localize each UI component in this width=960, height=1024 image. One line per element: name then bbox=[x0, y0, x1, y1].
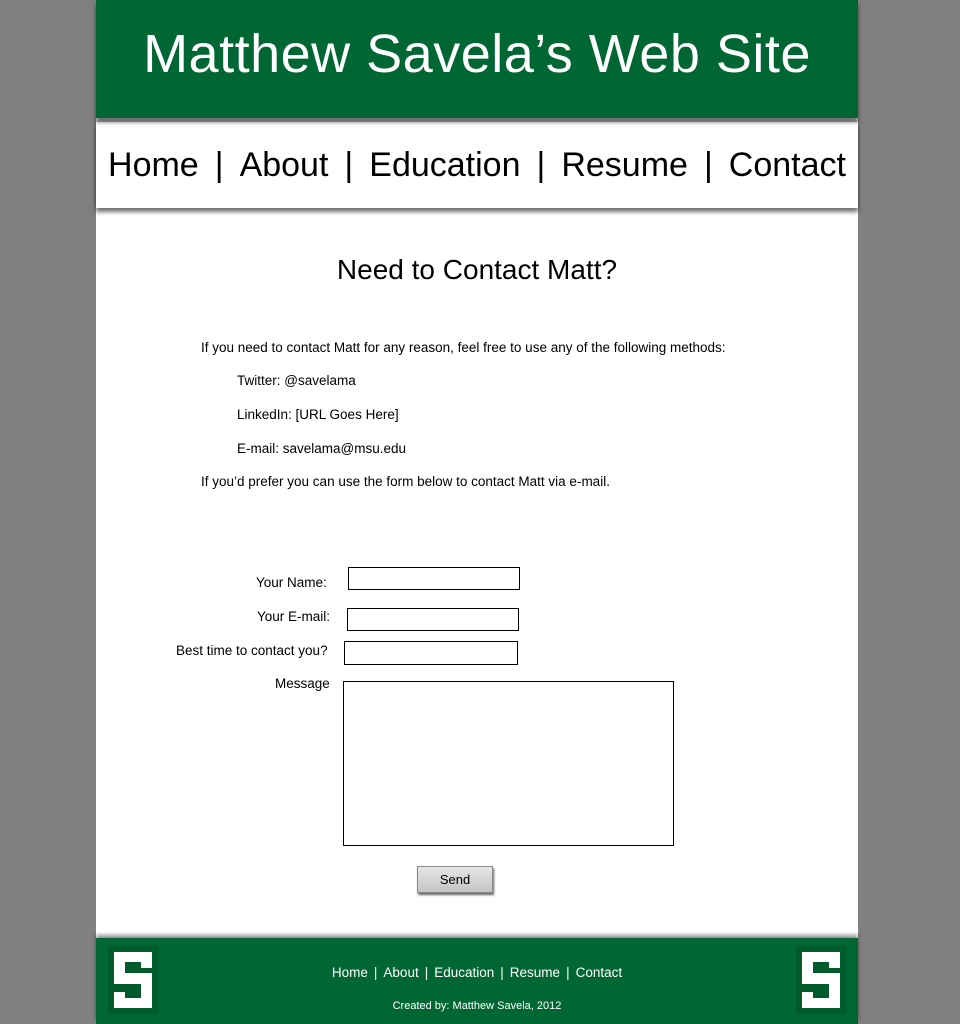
nav-home-link[interactable]: Home bbox=[108, 146, 199, 185]
email-label: Your E-mail: bbox=[257, 609, 331, 624]
nav-separator: | bbox=[214, 145, 224, 184]
message-textarea[interactable] bbox=[343, 681, 674, 846]
nav-resume-link[interactable]: Resume bbox=[561, 146, 688, 185]
footer-credit: Created by: Matthew Savela, 2012 bbox=[392, 1000, 562, 1012]
site-footer: Home | About | Education | Resume | Contact Crea… bbox=[96, 938, 858, 1024]
footer-about-link[interactable]: About bbox=[383, 965, 418, 980]
twitter-contact: Twitter: @savelama bbox=[237, 373, 356, 388]
form-intro-text: If you’d prefer you can use the form bel… bbox=[201, 474, 610, 489]
site-header: Matthew Savela’s Web Site bbox=[96, 0, 858, 118]
send-button[interactable]: Send bbox=[417, 866, 493, 893]
email-field[interactable] bbox=[347, 608, 519, 631]
nav-separator: | bbox=[703, 145, 713, 184]
footer-nav-separator: | bbox=[424, 965, 429, 980]
contact-intro-text: If you need to contact Matt for any reas… bbox=[201, 340, 726, 355]
name-label: Your Name: bbox=[256, 575, 327, 590]
footer-nav: Home | About | Education | Resume | Contact bbox=[96, 964, 858, 982]
nav-separator: | bbox=[344, 145, 354, 184]
nav-education-link[interactable]: Education bbox=[369, 146, 520, 185]
nav-about-link[interactable]: About bbox=[240, 146, 329, 185]
footer-home-link[interactable]: Home bbox=[332, 965, 368, 980]
footer-education-link[interactable]: Education bbox=[434, 965, 494, 980]
page-title: Need to Contact Matt? bbox=[336, 254, 618, 285]
contact-time-label: Best time to contact you? bbox=[176, 643, 328, 658]
nav-contact-link[interactable]: Contact bbox=[729, 146, 846, 185]
nav-separator: | bbox=[536, 145, 546, 184]
site-title: Matthew Savela’s Web Site bbox=[143, 24, 811, 84]
name-field[interactable] bbox=[348, 567, 520, 590]
footer-resume-link[interactable]: Resume bbox=[510, 965, 560, 980]
main-nav: Home | About | Education | Resume | Cont… bbox=[96, 122, 858, 208]
footer-nav-separator: | bbox=[373, 965, 378, 980]
footer-contact-link[interactable]: Contact bbox=[576, 965, 623, 980]
footer-nav-separator: | bbox=[500, 965, 504, 980]
page-container: Matthew Savela’s Web Site Home | About |… bbox=[96, 0, 858, 1024]
message-label: Message bbox=[275, 676, 330, 691]
footer-nav-separator: | bbox=[566, 965, 570, 980]
spartan-s-icon bbox=[796, 946, 846, 1014]
contact-time-field[interactable] bbox=[344, 641, 518, 665]
linkedin-contact: LinkedIn: [URL Goes Here] bbox=[237, 407, 399, 422]
email-contact: E-mail: savelama@msu.edu bbox=[237, 441, 407, 456]
